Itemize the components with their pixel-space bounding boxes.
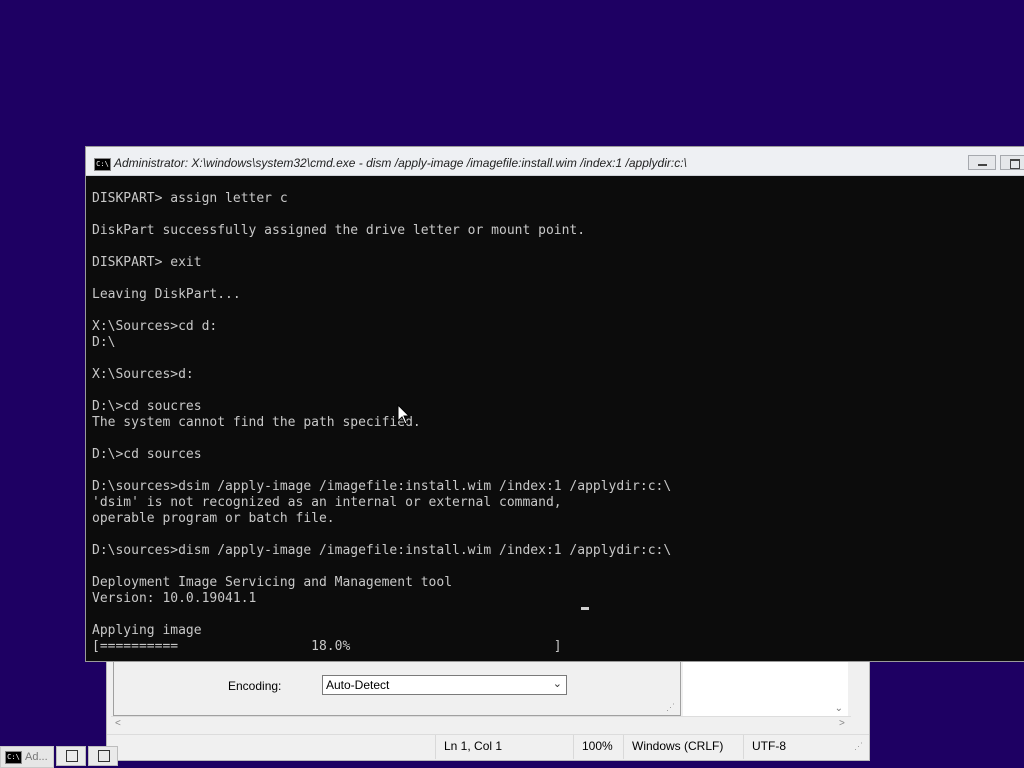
cmd-window: C:\ Administrator: X:\windows\system32\c… xyxy=(85,146,1024,662)
console-line: The system cannot find the path specifie… xyxy=(92,415,421,430)
maximize-button[interactable] xyxy=(1000,155,1024,170)
console-line: X:\Sources>cd d: xyxy=(92,319,218,334)
console-line: Leaving DiskPart... xyxy=(92,287,241,302)
encoding-dropdown-value: Auto-Detect xyxy=(326,678,390,692)
console-line: D:\>cd sources xyxy=(92,447,202,462)
notepad-window: Encoding: Auto-Detect ⌄ ⋰ ⌄ < > Ln 1, Co… xyxy=(106,655,870,761)
console-line: operable program or batch file. xyxy=(92,511,335,526)
console-line: 'dsim' is not recognized as an internal … xyxy=(92,495,562,510)
minimize-button[interactable] xyxy=(968,155,996,170)
status-bar: Ln 1, Col 1 100% Windows (CRLF) UTF-8 ⋰ xyxy=(107,734,869,759)
console-line: [========== 18.0% ] xyxy=(92,639,562,654)
scroll-down-icon[interactable]: ⌄ xyxy=(835,703,843,714)
console-line: Applying image xyxy=(92,623,202,638)
console-output[interactable]: DISKPART> assign letter c DiskPart succes… xyxy=(92,191,1024,661)
mouse-pointer-icon xyxy=(397,404,411,425)
taskbar-item-label: Ad... xyxy=(25,751,48,763)
console-line: D:\>cd soucres xyxy=(92,399,202,414)
text-area[interactable]: ⌄ xyxy=(683,658,848,717)
cmd-titlebar[interactable]: C:\ Administrator: X:\windows\system32\c… xyxy=(86,147,1024,176)
restore-icon xyxy=(66,750,78,762)
console-line: DISKPART> assign letter c xyxy=(92,191,288,206)
taskbar-restore-button[interactable] xyxy=(56,746,86,766)
console-line: Version: 10.0.19041.1 xyxy=(92,591,257,606)
cmd-icon: C:\ xyxy=(94,158,111,171)
maximize-icon xyxy=(98,750,110,762)
horizontal-scrollbar[interactable]: < > xyxy=(111,716,851,733)
console-line: X:\Sources>d: xyxy=(92,367,194,382)
status-position: Ln 1, Col 1 xyxy=(435,735,502,759)
minimize-icon xyxy=(978,164,987,166)
console-line: DiskPart successfully assigned the drive… xyxy=(92,223,586,238)
chevron-down-icon: ⌄ xyxy=(552,678,562,690)
scroll-left-icon[interactable]: < xyxy=(115,718,121,729)
encoding-dropdown[interactable]: Auto-Detect ⌄ xyxy=(322,675,567,695)
status-line-ending: Windows (CRLF) xyxy=(623,735,723,759)
maximize-icon xyxy=(1010,159,1020,169)
console-line: DISKPART> exit xyxy=(92,255,202,270)
taskbar-maximize-button[interactable] xyxy=(88,746,118,766)
console-line: D:\sources>dsim /apply-image /imagefile:… xyxy=(92,479,672,494)
taskbar-item-cmd[interactable]: C:\ Ad... xyxy=(0,746,54,768)
taskbar: C:\ Ad... xyxy=(0,744,158,768)
cmd-icon: C:\ xyxy=(5,751,22,764)
encoding-label: Encoding: xyxy=(228,679,282,693)
resize-grip-icon[interactable]: ⋰ xyxy=(854,741,863,752)
console-line: D:\sources>dism /apply-image /imagefile:… xyxy=(92,543,672,558)
console-line: D:\ xyxy=(92,335,116,350)
text-cursor xyxy=(581,607,589,610)
encoding-panel: Encoding: Auto-Detect ⌄ ⋰ xyxy=(113,658,681,716)
status-zoom: 100% xyxy=(573,735,613,759)
status-charset: UTF-8 xyxy=(743,735,786,759)
resize-grip-icon[interactable]: ⋰ xyxy=(666,702,675,713)
scroll-right-icon[interactable]: > xyxy=(839,718,845,729)
console-line: Deployment Image Servicing and Managemen… xyxy=(92,575,453,590)
window-title: Administrator: X:\windows\system32\cmd.e… xyxy=(114,156,687,170)
